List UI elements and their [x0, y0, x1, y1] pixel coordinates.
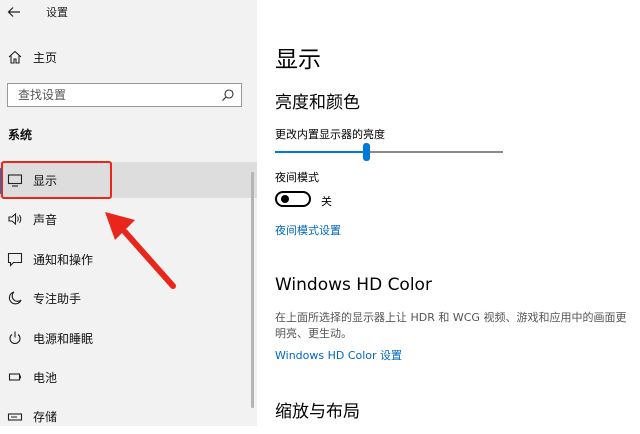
hd-color-settings-link[interactable]: Windows HD Color 设置: [275, 347, 402, 363]
sidebar-scrollbar[interactable]: [251, 172, 254, 408]
search-box[interactable]: [7, 83, 242, 107]
night-mode-toggle[interactable]: [275, 191, 311, 207]
brightness-slider-fill: [275, 151, 367, 153]
toggle-knob: [281, 195, 289, 203]
brightness-section-title: 亮度和颜色: [275, 93, 360, 113]
battery-icon: [8, 373, 21, 381]
sidebar-item-label: 主页: [33, 51, 58, 65]
hd-color-title: Windows HD Color: [275, 275, 432, 295]
annotation-highlight-box: [1, 161, 112, 199]
search-input[interactable]: [18, 87, 218, 103]
hd-color-description: 在上面所选择的显示器上让 HDR 和 WCG 视频、游戏和应用中的画面更明亮、更…: [275, 311, 627, 340]
sidebar-item-power[interactable]: 电源和睡眠: [0, 320, 257, 356]
search-icon[interactable]: [221, 88, 235, 102]
power-icon: [9, 331, 21, 345]
notification-icon: [7, 252, 23, 267]
annotation-arrow-icon: [105, 212, 176, 289]
scale-layout-title: 缩放与布局: [275, 402, 360, 422]
night-mode-settings-link[interactable]: 夜间模式设置: [275, 222, 341, 238]
brightness-label: 更改内置显示器的亮度: [275, 128, 385, 141]
sidebar-item-label: 声音: [33, 213, 58, 227]
main-panel: 显示 亮度和颜色 更改内置显示器的亮度 夜间模式 关 夜间模式设置 Window…: [257, 0, 640, 426]
sidebar-item-label: 通知和操作: [33, 253, 94, 267]
sidebar-item-battery[interactable]: 电池: [0, 359, 257, 395]
storage-icon: [7, 413, 23, 421]
page-title: 显示: [275, 47, 321, 73]
window-title: 设置: [46, 6, 68, 19]
home-icon: [8, 50, 22, 64]
moon-icon: [8, 291, 22, 305]
section-heading: 系统: [8, 128, 33, 142]
back-button[interactable]: [6, 4, 22, 20]
sidebar-item-label: 存储: [33, 410, 58, 424]
sidebar-item-home[interactable]: 主页: [0, 46, 257, 68]
sidebar-item-label: 电池: [33, 371, 58, 385]
speaker-icon: [8, 212, 22, 226]
sidebar-item-storage[interactable]: 存储: [0, 398, 257, 434]
night-mode-state: 关: [321, 195, 332, 208]
night-mode-label: 夜间模式: [275, 171, 319, 184]
brightness-slider-thumb[interactable]: [363, 143, 371, 161]
sidebar-item-label: 电源和睡眠: [33, 332, 94, 346]
brightness-slider[interactable]: [275, 143, 503, 161]
sidebar-item-label: 专注助手: [33, 292, 82, 306]
back-arrow-icon: [7, 7, 20, 17]
